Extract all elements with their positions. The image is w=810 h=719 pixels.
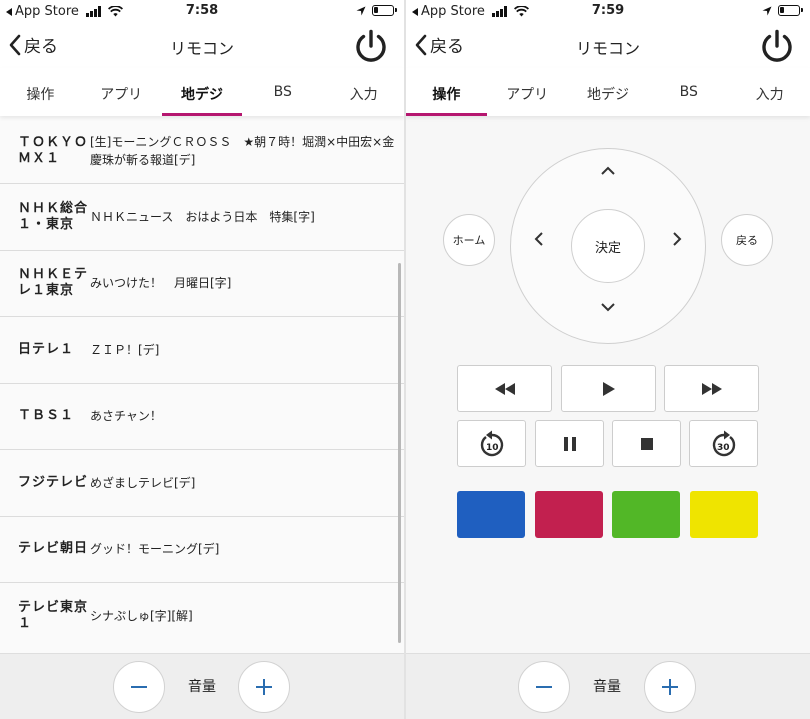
battery-icon <box>372 5 397 16</box>
channel-name: テレビ東京１ <box>18 600 89 632</box>
right-arrow-icon[interactable] <box>671 231 683 247</box>
blue-button[interactable] <box>457 491 525 538</box>
status-right-icons <box>356 5 397 16</box>
page-title: リモコン <box>575 39 640 58</box>
skip-back-button[interactable]: 10 <box>457 420 526 467</box>
home-button[interactable]: ホーム <box>443 214 495 266</box>
channel-row[interactable]: 日テレ１ ＺＩＰ！[デ] <box>0 317 404 384</box>
play-button[interactable] <box>561 365 656 412</box>
minus-icon <box>131 686 147 688</box>
location-icon <box>356 6 366 15</box>
nav-bar: 戻る リモコン <box>0 24 404 68</box>
tab-control[interactable]: 操作 <box>0 68 81 116</box>
program-title: めざましテレビ[デ] <box>90 475 196 490</box>
tab-apps[interactable]: アプリ <box>81 68 162 116</box>
fast-forward-button[interactable] <box>664 365 759 412</box>
stop-icon <box>640 437 653 450</box>
program-title: グッド！モーニング[デ] <box>90 542 220 557</box>
return-button[interactable]: 戻る <box>721 214 773 266</box>
channel-row[interactable]: ＮＨＫ総合１・東京 ＮＨＫニュース おはよう日本 特集[字] <box>0 184 404 251</box>
rewind-icon <box>494 382 515 395</box>
channel-name: ＴＢＳ１ <box>18 408 75 424</box>
tab-terrestrial[interactable]: 地デジ <box>161 68 243 116</box>
channel-name: ＴＯＫＹＯ ＭＸ１ <box>18 134 89 166</box>
tab-terrestrial[interactable]: 地デジ <box>568 68 649 116</box>
volume-label: 音量 <box>188 679 216 695</box>
channel-name: ＮＨＫＥテレ１東京 <box>18 267 89 299</box>
tab-bs[interactable]: BS <box>648 68 729 116</box>
skip-forward-seconds: 30 <box>717 443 730 453</box>
channel-name: テレビ朝日 <box>18 541 89 557</box>
power-button[interactable] <box>352 27 390 69</box>
rewind-button[interactable] <box>457 365 552 412</box>
channel-row[interactable]: テレビ朝日 グッド！モーニング[デ] <box>0 517 404 583</box>
green-button[interactable] <box>612 491 680 538</box>
program-title: あさチャン！ <box>90 409 162 424</box>
power-icon <box>762 29 792 62</box>
red-button[interactable] <box>535 491 603 538</box>
pause-button[interactable] <box>535 420 604 467</box>
stop-button[interactable] <box>612 420 681 467</box>
right-screen: App Store 7:59 戻る リモコン 操作 アプリ 地デジ BS 入力 … <box>406 0 810 719</box>
volume-down-button[interactable] <box>518 661 570 713</box>
page-title: リモコン <box>169 39 234 58</box>
channel-name: ＮＨＫ総合１・東京 <box>18 200 89 232</box>
channel-list[interactable]: ＴＯＫＹＯ ＭＸ１ [生]モーニングＣＲＯＳＳ ★朝７時！堀潤×中田宏×金慶珠が斬… <box>0 118 404 653</box>
tab-control[interactable]: 操作 <box>406 68 487 116</box>
program-title: シナぷしゅ[字][解] <box>90 609 193 624</box>
tab-bar: 操作 アプリ 地デジ BS 入力 <box>406 68 810 116</box>
minus-icon <box>536 686 552 688</box>
channel-row[interactable]: フジテレビ めざましテレビ[デ] <box>0 450 404 517</box>
nav-bar: 戻る リモコン <box>406 24 810 68</box>
program-title: ＮＨＫニュース おはよう日本 特集[字] <box>90 209 315 224</box>
channel-name: 日テレ１ <box>18 341 75 357</box>
direction-pad: 決定 <box>510 148 706 344</box>
up-arrow-icon[interactable] <box>600 165 616 177</box>
fast-forward-icon <box>701 382 722 395</box>
channel-row[interactable]: テレビ東京１ シナぷしゅ[字][解] <box>0 583 404 650</box>
channel-row[interactable]: ＮＨＫＥテレ１東京 みいつけた！ 月曜日[字] <box>0 251 404 317</box>
volume-up-button[interactable] <box>644 661 696 713</box>
pause-icon <box>563 436 576 451</box>
ok-button[interactable]: 決定 <box>571 209 645 283</box>
program-title: みいつけた！ 月曜日[字] <box>90 276 232 291</box>
plus-icon <box>662 679 678 695</box>
tab-bs[interactable]: BS <box>242 68 323 116</box>
program-title: [生]モーニングＣＲＯＳＳ ★朝７時！堀潤×中田宏×金慶珠が斬る報道[デ] <box>90 134 395 167</box>
plus-icon <box>256 679 272 695</box>
channel-row[interactable]: ＴＯＫＹＯ ＭＸ１ [生]モーニングＣＲＯＳＳ ★朝７時！堀潤×中田宏×金慶珠が斬… <box>0 118 404 184</box>
tab-input[interactable]: 入力 <box>729 68 810 116</box>
skip-forward-button[interactable]: 30 <box>689 420 758 467</box>
power-icon <box>356 29 386 62</box>
tab-input[interactable]: 入力 <box>323 68 404 116</box>
left-screen: App Store 7:58 戻る リモコン 操作 アプリ 地デジ BS 入力 … <box>0 0 404 719</box>
left-arrow-icon[interactable] <box>533 231 545 247</box>
status-bar: App Store 7:58 <box>0 0 404 24</box>
location-icon <box>762 6 772 15</box>
channel-name: フジテレビ <box>18 474 89 490</box>
tab-apps[interactable]: アプリ <box>487 68 568 116</box>
volume-up-button[interactable] <box>238 661 290 713</box>
volume-down-button[interactable] <box>113 661 165 713</box>
status-time: 7:58 <box>185 3 219 18</box>
battery-icon <box>778 5 803 16</box>
program-title: ＺＩＰ！[デ] <box>90 342 160 357</box>
scrollbar[interactable] <box>398 263 401 643</box>
volume-bar: 音量 <box>0 653 404 719</box>
play-icon <box>602 381 615 396</box>
power-button[interactable] <box>758 27 796 69</box>
status-right-icons <box>762 5 803 16</box>
tab-bar: 操作 アプリ 地デジ BS 入力 <box>0 68 404 116</box>
channel-row[interactable]: ＴＢＳ１ あさチャン！ <box>0 384 404 450</box>
down-arrow-icon[interactable] <box>600 301 616 313</box>
status-time: 7:59 <box>591 3 625 18</box>
status-bar: App Store 7:59 <box>406 0 810 24</box>
skip-back-seconds: 10 <box>486 443 499 453</box>
volume-label: 音量 <box>593 679 621 695</box>
yellow-button[interactable] <box>690 491 758 538</box>
volume-bar: 音量 <box>406 653 810 719</box>
